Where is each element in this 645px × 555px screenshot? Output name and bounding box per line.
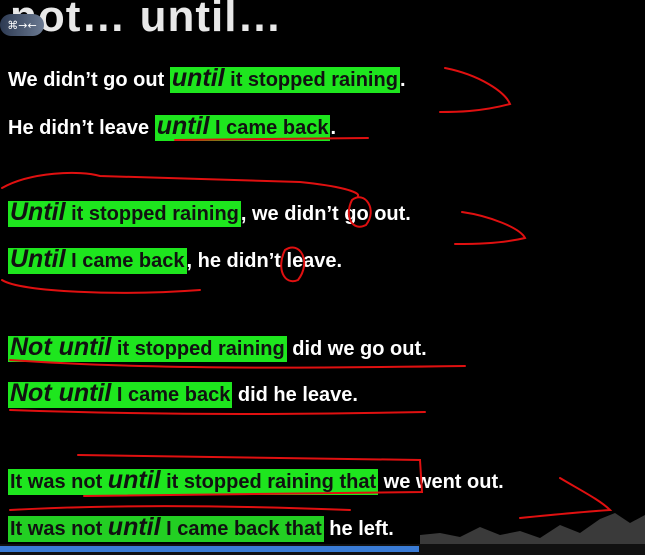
sentence-6-keyword: Not until: [10, 379, 112, 407]
sentence-2-keyword: until: [156, 112, 210, 140]
sentence-7-after: we went out.: [378, 471, 504, 493]
sentence-8-keyword: until: [107, 513, 161, 541]
sentence-6-highlight: Not until I came back: [8, 379, 233, 408]
sentence-2-highlight-text: I came back: [209, 117, 329, 139]
sentence-8-highlight-text: I came back that: [160, 518, 322, 540]
sentence-4-keyword: Until: [10, 245, 66, 273]
sentence-5-keyword: Not until: [10, 333, 112, 361]
sentence-2: He didn’t leave until I came back.: [8, 112, 336, 141]
sentence-4-highlight-text: I came back: [65, 250, 185, 272]
sentence-5-highlight: Not until it stopped raining: [8, 333, 287, 362]
sentence-2-before: He didn’t leave: [8, 117, 155, 139]
sentence-3-after: , we didn’t go out.: [240, 203, 411, 225]
sentence-1: We didn’t go out until it stopped rainin…: [8, 64, 406, 93]
ink-bracket-4: [1, 279, 201, 294]
sentence-4: Until I came back, he didn’t leave.: [8, 245, 342, 274]
ink-arrow-1: [439, 67, 512, 113]
sentence-6-highlight-text: I came back: [111, 384, 231, 406]
ink-underline-6: [9, 409, 426, 415]
ink-underline-8: [9, 505, 351, 511]
sentence-1-highlight: until it stopped raining: [169, 64, 400, 93]
sentence-7-highlight-text: it stopped raining that: [160, 471, 377, 493]
sentence-3-keyword: Until: [10, 198, 66, 226]
sentence-6-after: did he leave.: [232, 384, 358, 406]
sentence-3-highlight: Until it stopped raining: [8, 198, 241, 227]
sentence-5-highlight-text: it stopped raining: [111, 338, 285, 360]
ink-arrow-3: [454, 211, 527, 245]
sentence-7-highlight-pre: It was not: [10, 471, 108, 493]
sentence-8: It was not until I came back that he lef…: [8, 513, 394, 542]
sentence-8-after: he left.: [323, 518, 394, 540]
sentence-5: Not until it stopped raining did we go o…: [8, 333, 427, 362]
video-logo-badge: ⌘→←: [0, 14, 44, 36]
sentence-8-highlight-pre: It was not: [10, 518, 108, 540]
sentence-1-highlight-text: it stopped raining: [224, 69, 398, 91]
sentence-2-after: .: [330, 117, 337, 139]
logo-label: ⌘→←: [7, 18, 37, 32]
sentence-4-after: , he didn’t leave.: [186, 250, 343, 272]
sentence-1-before: We didn’t go out: [8, 69, 170, 91]
audio-waveform: [420, 513, 645, 545]
sentence-8-highlight: It was not until I came back that: [8, 513, 324, 542]
sentence-1-after: .: [399, 69, 406, 91]
sentence-1-keyword: until: [171, 64, 225, 92]
sentence-2-highlight: until I came back: [154, 112, 331, 141]
sentence-7-highlight: It was not until it stopped raining that: [8, 466, 379, 495]
sentence-3-highlight-text: it stopped raining: [65, 203, 239, 225]
sentence-3: Until it stopped raining, we didn’t go o…: [8, 198, 411, 227]
ink-bracket-3: [1, 171, 360, 197]
video-progress-fill: [0, 546, 420, 552]
sentence-7-keyword: until: [107, 466, 161, 494]
slide-title: not… until…: [10, 0, 283, 41]
sentence-4-highlight: Until I came back: [8, 245, 187, 274]
sentence-7: It was not until it stopped raining that…: [8, 466, 504, 495]
sentence-5-after: did we go out.: [286, 338, 427, 360]
sentence-6: Not until I came back did he leave.: [8, 379, 358, 408]
